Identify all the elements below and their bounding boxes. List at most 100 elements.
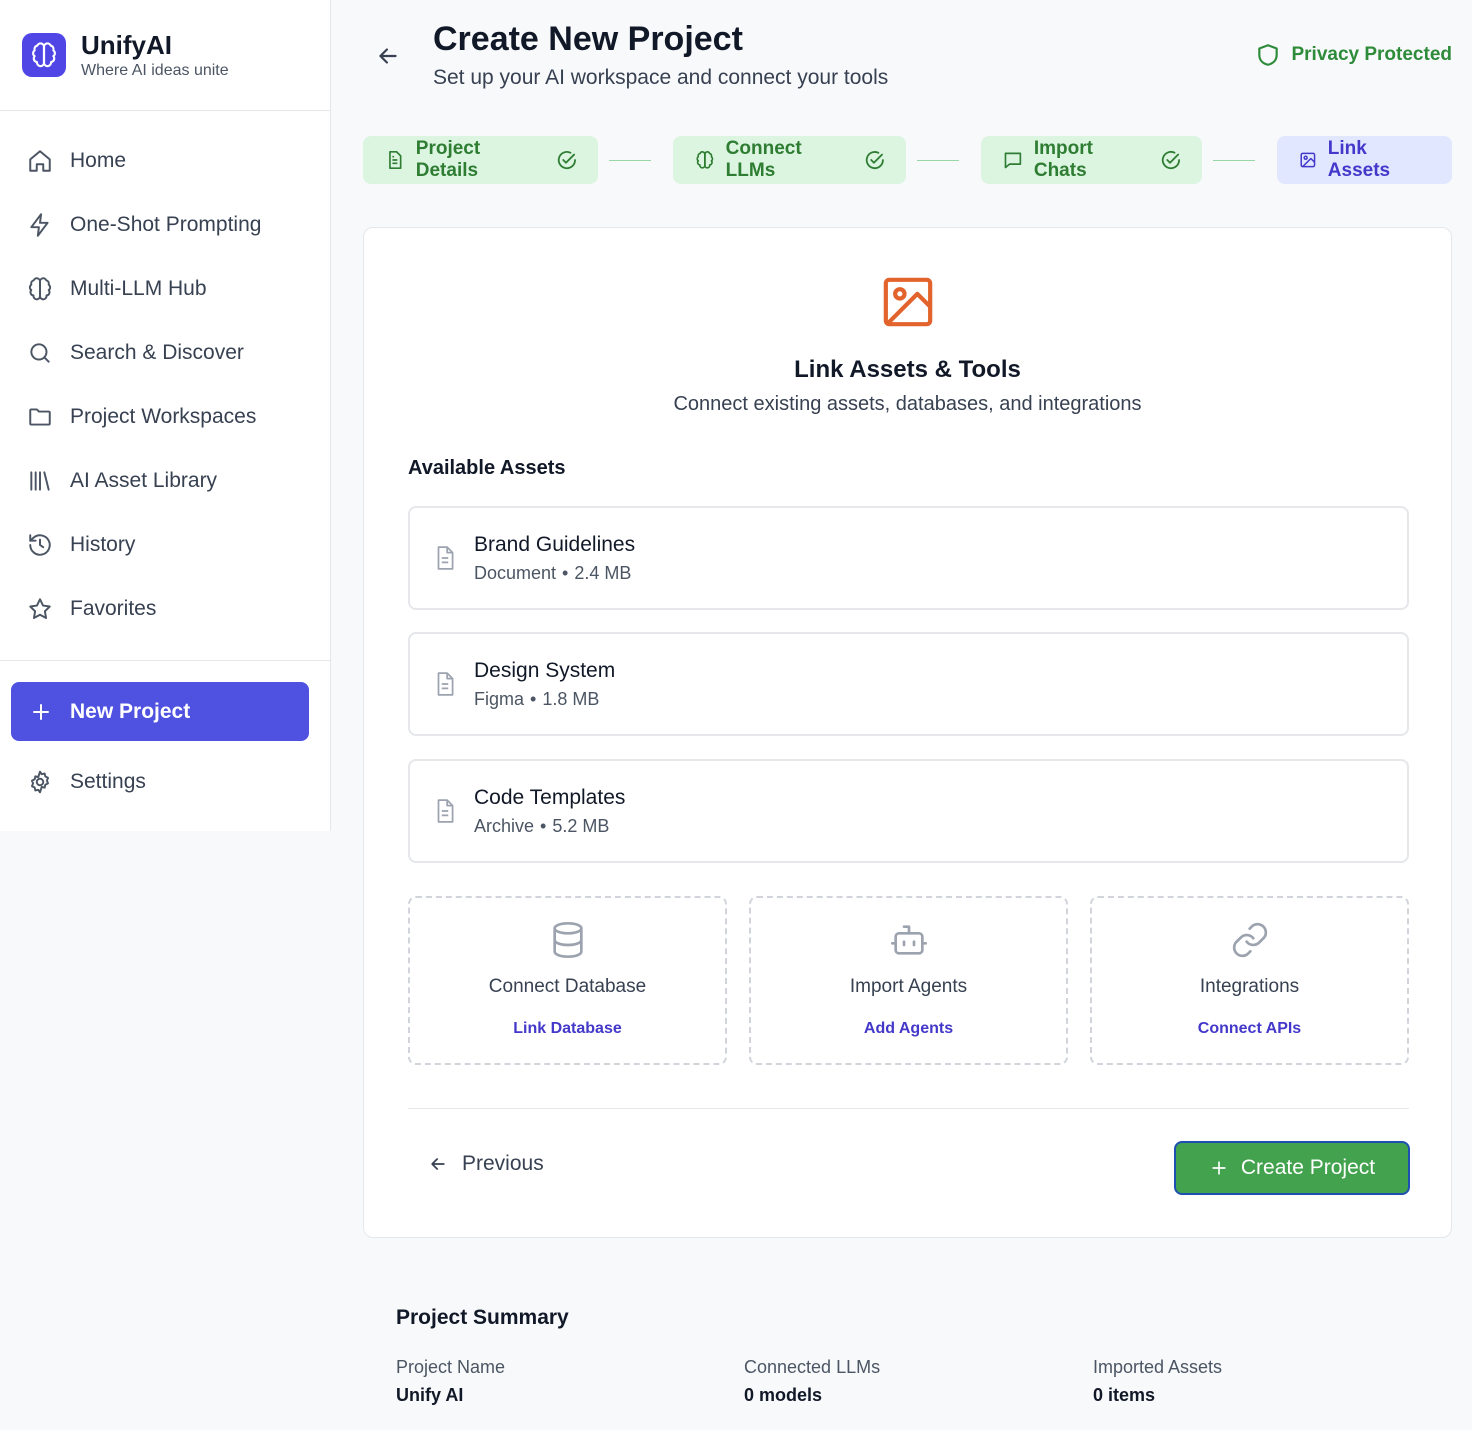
brand[interactable]: UnifyAI Where AI ideas unite	[0, 0, 330, 111]
summary-value: Unify AI	[396, 1385, 464, 1405]
sidebar-item-label: Favorites	[70, 597, 157, 620]
divider	[408, 1108, 1409, 1109]
tool-integrations[interactable]: Integrations Connect APIs	[1090, 896, 1409, 1065]
summary-label: Project Name	[396, 1357, 506, 1377]
asset-type: Archive	[474, 815, 535, 836]
asset-size: 1.8 MB	[542, 688, 600, 709]
summary-imported-assets: Imported Assets 0 items	[1093, 1357, 1222, 1406]
privacy-label: Privacy Protected	[1291, 44, 1452, 65]
document-icon	[437, 546, 454, 570]
step-link-assets[interactable]: Link Assets	[1277, 136, 1452, 184]
sidebar-item-label: Search & Discover	[70, 341, 244, 364]
summary-label: Imported Assets	[1093, 1357, 1223, 1377]
sidebar-item-label: Multi-LLM Hub	[70, 277, 207, 300]
summary-value: 0 models	[744, 1385, 823, 1405]
sidebar-item-project-workspaces[interactable]: Project Workspaces	[0, 385, 330, 449]
sidebar: UnifyAI Where AI ideas unite Home One-Sh…	[0, 0, 331, 831]
step-connector	[1213, 160, 1255, 161]
robot-icon	[890, 925, 927, 955]
lightning-icon	[30, 213, 49, 237]
sidebar-item-favorites[interactable]: Favorites	[0, 577, 330, 641]
sidebar-item-settings[interactable]: Settings	[0, 750, 330, 814]
asset-size: 5.2 MB	[552, 815, 610, 836]
library-icon	[30, 471, 50, 491]
history-icon	[29, 534, 51, 556]
sidebar-item-label: Settings	[70, 770, 146, 793]
new-project-label: New Project	[70, 699, 191, 723]
step-connector	[609, 160, 651, 161]
asset-name: Brand Guidelines	[474, 532, 636, 556]
create-project-button[interactable]: Create Project	[1174, 1141, 1410, 1195]
add-agents-link[interactable]: Add Agents	[751, 1020, 1066, 1038]
previous-button[interactable]: Previous	[428, 1152, 544, 1176]
plus-icon	[1212, 1161, 1226, 1175]
sidebar-item-history[interactable]: History	[0, 513, 330, 577]
image-icon	[1300, 152, 1316, 168]
page-subtitle: Set up your AI workspace and connect you…	[433, 66, 889, 89]
chat-icon	[1004, 152, 1022, 169]
link-icon	[1232, 922, 1267, 958]
separator-dot: •	[540, 815, 547, 836]
sidebar-item-search-discover[interactable]: Search & Discover	[0, 321, 330, 385]
step-label: Project Details	[415, 138, 481, 181]
summary-label: Connected LLMs	[744, 1357, 881, 1377]
step-project-details[interactable]: Project Details	[363, 136, 598, 184]
sidebar-item-multi-llm-hub[interactable]: Multi-LLM Hub	[0, 257, 330, 321]
sidebar-item-one-shot-prompting[interactable]: One-Shot Prompting	[0, 193, 330, 257]
sidebar-item-label: History	[70, 533, 136, 556]
asset-item-brand-guidelines[interactable]: Brand Guidelines Document • 2.4 MB	[408, 506, 1409, 610]
link-assets-card: Link Assets & Tools Connect existing ass…	[363, 227, 1452, 1238]
sidebar-item-label: Home	[70, 149, 127, 172]
plus-icon	[33, 703, 49, 720]
image-icon	[883, 277, 933, 327]
summary-project-name: Project Name Unify AI	[396, 1357, 505, 1406]
tool-name: Connect Database	[488, 976, 647, 997]
brand-tagline: Where AI ideas unite	[81, 62, 229, 79]
brain-icon	[28, 277, 52, 301]
card-title: Link Assets & Tools	[794, 356, 1021, 383]
sidebar-item-label: One-Shot Prompting	[70, 213, 262, 236]
sidebar-item-home[interactable]: Home	[0, 129, 330, 193]
asset-item-code-templates[interactable]: Code Templates Archive • 5.2 MB	[408, 759, 1409, 863]
check-circle-icon	[1161, 151, 1181, 170]
arrow-left-icon	[379, 48, 397, 64]
new-project-button[interactable]: New Project	[11, 682, 309, 741]
summary-value: 0 items	[1093, 1385, 1156, 1405]
folder-icon	[29, 408, 51, 426]
back-button[interactable]	[372, 40, 404, 72]
summary-connected-llms: Connected LLMs 0 models	[744, 1357, 880, 1406]
privacy-badge: Privacy Protected	[1255, 42, 1452, 68]
brain-icon	[696, 151, 714, 169]
brain-logo-icon	[22, 33, 66, 77]
asset-type: Figma	[474, 688, 525, 709]
asset-type: Document	[474, 562, 557, 583]
search-icon	[30, 343, 50, 363]
step-import-chats[interactable]: Import Chats	[981, 136, 1202, 184]
arrow-left-icon	[431, 1158, 445, 1170]
step-label: Import Chats	[1033, 138, 1093, 181]
step-connect-llms[interactable]: Connect LLMs	[673, 136, 906, 184]
asset-name: Code Templates	[474, 785, 626, 809]
check-circle-icon	[558, 151, 577, 170]
asset-name: Design System	[474, 658, 616, 682]
document-icon	[437, 672, 454, 696]
link-database-link[interactable]: Link Database	[410, 1020, 725, 1038]
sidebar-nav: Home One-Shot Prompting Multi-LLM Hub Se…	[0, 111, 330, 661]
step-label: Link Assets	[1327, 138, 1391, 181]
separator-dot: •	[562, 562, 569, 583]
project-summary-title: Project Summary	[396, 1306, 569, 1329]
star-icon	[29, 598, 51, 619]
document-icon	[437, 799, 454, 823]
previous-label: Previous	[462, 1152, 544, 1175]
tool-connect-database[interactable]: Connect Database Link Database	[408, 896, 727, 1065]
connect-apis-link[interactable]: Connect APIs	[1092, 1020, 1407, 1038]
asset-item-design-system[interactable]: Design System Figma • 1.8 MB	[408, 632, 1409, 736]
gear-icon	[31, 770, 49, 794]
available-assets-title: Available Assets	[408, 457, 566, 479]
sidebar-item-ai-asset-library[interactable]: AI Asset Library	[0, 449, 330, 513]
database-icon	[552, 922, 583, 959]
step-connector	[917, 160, 959, 161]
tool-import-agents[interactable]: Import Agents Add Agents	[749, 896, 1068, 1065]
tool-name: Integrations	[1199, 976, 1300, 997]
home-icon	[29, 150, 51, 172]
